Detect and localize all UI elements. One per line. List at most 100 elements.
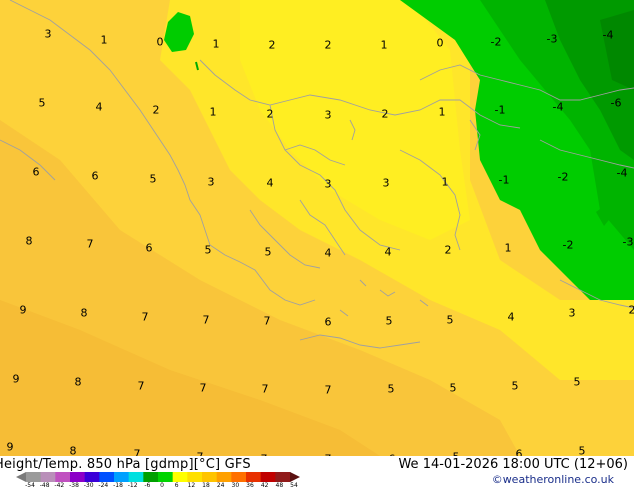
scale-tick-label: -42 <box>54 482 65 489</box>
scale-segment <box>84 472 100 482</box>
scale-tick-label: -18 <box>113 482 123 489</box>
temp-value-label: 8 <box>80 306 88 320</box>
temp-value-label: 5 <box>264 245 272 259</box>
scale-tick-label: 48 <box>275 482 284 489</box>
temp-value-label: 5 <box>149 172 157 186</box>
temp-value-label: 1 <box>209 105 217 119</box>
temp-value-label: 2 <box>628 303 634 317</box>
forecast-datetime: We 14-01-2026 18:00 UTC (12+06) <box>398 457 628 472</box>
temp-value-label: 1 <box>212 37 220 51</box>
scale-tick-label: 54 <box>290 482 298 489</box>
temp-value-label: 5 <box>204 243 212 257</box>
temp-value-label: 4 <box>384 245 392 259</box>
temp-value-label: 6 <box>91 169 99 183</box>
scale-segment <box>114 472 130 482</box>
temp-value-label: 5 <box>578 444 586 458</box>
scale-segment <box>231 472 247 482</box>
temp-value-label: 3 <box>207 175 215 189</box>
temp-value-label: 2 <box>152 103 160 117</box>
scale-segment <box>246 472 262 482</box>
temp-value-label: 5 <box>449 381 457 395</box>
temp-value-label: 7 <box>202 313 210 327</box>
temp-value-label: 6 <box>324 315 332 329</box>
scale-tick-label: 30 <box>231 482 240 489</box>
scale-tick-label: -48 <box>39 482 50 489</box>
scale-segment <box>99 472 115 482</box>
temp-value-label: 0 <box>156 35 164 49</box>
temp-value-label: 5 <box>385 314 393 328</box>
scale-tick-label: 18 <box>202 482 210 489</box>
temp-value-label: -4 <box>616 166 628 180</box>
scale-segment <box>70 472 86 482</box>
scale-tick-label: 0 <box>160 482 164 489</box>
scale-segment <box>187 472 203 482</box>
credit-link[interactable]: ©weatheronline.co.uk <box>492 473 614 486</box>
temp-value-label: 7 <box>324 383 332 397</box>
temp-value-label: 8 <box>25 234 33 248</box>
scale-segment <box>26 472 42 482</box>
scale-tick-label: -6 <box>144 482 151 489</box>
map-title: Height/Temp. 850 hPa [gdmp][°C] GFS <box>0 457 251 472</box>
temp-value-label: 4 <box>266 176 274 190</box>
temp-value-label: 5 <box>38 96 46 110</box>
temp-value-label: 6 <box>145 241 153 255</box>
temp-value-label: -1 <box>494 103 506 117</box>
temp-value-label: 3 <box>382 176 390 190</box>
temp-value-label: 5 <box>573 375 581 389</box>
temp-value-label: 9 <box>6 440 14 454</box>
scale-segment <box>158 472 174 482</box>
scale-arrow-left <box>16 472 26 482</box>
temp-value-label: 1 <box>380 38 388 52</box>
scale-tick-label: -30 <box>83 482 94 489</box>
temp-value-label: 1 <box>438 105 446 119</box>
temp-value-label: 7 <box>86 237 94 251</box>
weather-map: 3 1 0 1 2 2 1 0 -2 -3 -4 5 4 2 1 2 3 2 1 -1 -4 -6 6 6 5 3 4 3 3 1 -1 -2… <box>0 0 634 490</box>
scale-tick-label: -54 <box>25 482 35 489</box>
scale-segment <box>216 472 232 482</box>
scale-segment <box>55 472 71 482</box>
temp-value-label: 7 <box>141 310 149 324</box>
temp-value-label: 7 <box>263 314 271 328</box>
temp-value-label: -2 <box>557 170 569 184</box>
temp-value-label: 2 <box>324 38 332 52</box>
scale-segment <box>143 472 159 482</box>
temp-value-label: 1 <box>100 33 108 47</box>
temp-value-label: 3 <box>324 108 332 122</box>
temp-value-label: 5 <box>511 379 519 393</box>
temp-value-label: 0 <box>436 36 444 50</box>
temp-value-label: 3 <box>324 177 332 191</box>
scale-tick-label: 36 <box>246 482 254 489</box>
scale-tick-label: -12 <box>127 482 138 489</box>
temp-value-label: -2 <box>562 238 574 252</box>
temp-value-label: 3 <box>568 306 576 320</box>
scale-segment <box>260 472 276 482</box>
temp-value-label: 6 <box>32 165 40 179</box>
temp-value-label: -4 <box>602 28 614 42</box>
scale-segment <box>128 472 144 482</box>
temp-value-label: -3 <box>622 235 634 249</box>
map-footer: Height/Temp. 850 hPa [gdmp][°C] GFS We 1… <box>0 456 634 490</box>
scale-segment <box>172 472 188 482</box>
temp-value-label: 1 <box>441 175 449 189</box>
temp-value-label: 2 <box>444 243 452 257</box>
temp-value-label: 5 <box>387 382 395 396</box>
temp-value-label: 9 <box>12 372 20 386</box>
temp-value-label: 4 <box>95 100 103 114</box>
scale-segment <box>202 472 218 482</box>
scale-segment <box>40 472 56 482</box>
temp-value-label: 7 <box>137 379 145 393</box>
temp-value-label: 2 <box>268 38 276 52</box>
temp-value-label: 7 <box>199 381 207 395</box>
scale-tick-label: 42 <box>260 482 269 489</box>
temp-value-label: 2 <box>266 107 274 121</box>
temp-value-label: 5 <box>446 313 454 327</box>
scale-tick-label: -38 <box>69 482 79 489</box>
scale-segment <box>275 472 291 482</box>
scale-tick-label: 24 <box>216 482 225 489</box>
scale-tick-label: -24 <box>98 482 109 489</box>
temp-value-label: 8 <box>74 375 82 389</box>
scale-arrow-right <box>290 472 300 482</box>
temp-value-label: 4 <box>507 310 515 324</box>
temp-value-label: 2 <box>381 107 389 121</box>
temp-value-label: -2 <box>490 35 502 49</box>
